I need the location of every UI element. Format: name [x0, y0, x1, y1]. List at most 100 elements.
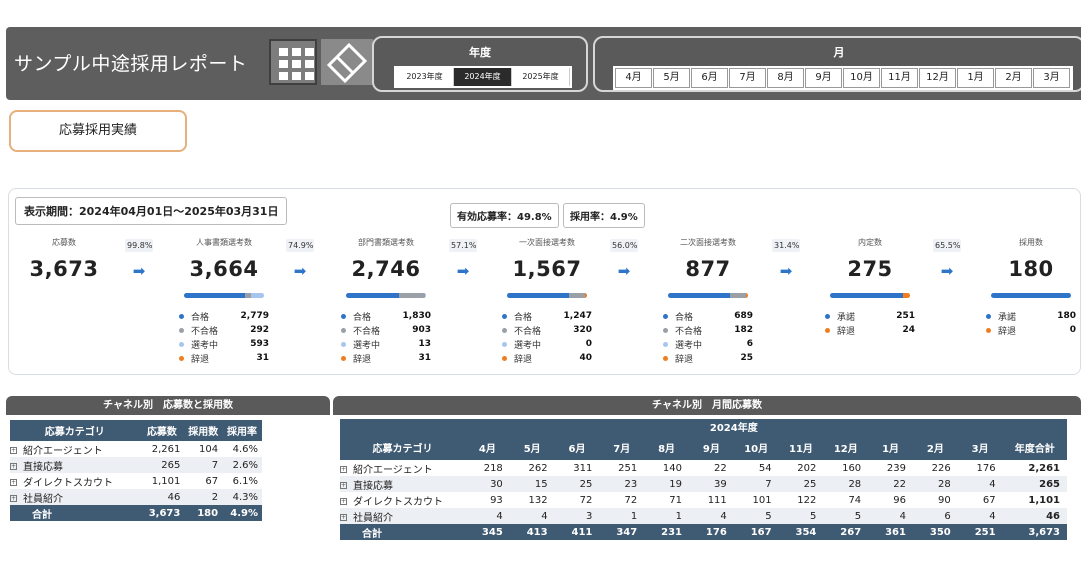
category-cell[interactable]: + 紹介エージェント [340, 460, 465, 476]
category-cell[interactable]: + ダイレクトスカウト [10, 473, 140, 489]
legend-name: 合格 [514, 312, 533, 323]
table-header-row: 応募カテゴリ 4月 5月 6月 7月 8月 9月 10月 11月 12月 1月 2月 3月 年度合計 [340, 434, 1067, 460]
year-option[interactable]: 2023年度 [396, 68, 454, 86]
table-row: + 紹介エージェント 2,261 104 4.6% [10, 441, 262, 457]
stage-label: 人事書類選考数 [196, 238, 252, 247]
category-cell[interactable]: + 直接応募 [10, 457, 140, 473]
year-option[interactable]: 2024年度 [454, 68, 512, 86]
grid-menu-button[interactable] [269, 39, 317, 85]
legend-row: 合格 689 [663, 309, 753, 323]
legend-name: 選考中 [675, 340, 703, 351]
legend-name: 不合格 [675, 326, 703, 337]
category-cell[interactable]: + 社員紹介 [340, 508, 465, 524]
value-cell: 2,261 [151, 443, 181, 455]
stage-legend: 承諾 180 辞退 0 [986, 309, 1076, 337]
expand-icon[interactable]: + [10, 463, 17, 470]
value-cell: 22 [714, 462, 727, 474]
clear-filter-button[interactable] [321, 39, 373, 85]
expand-icon[interactable]: + [340, 482, 347, 489]
value-cell: 4 [957, 508, 1003, 524]
total-value-cell: 411 [554, 524, 600, 540]
table-row: + 直接応募 30 15 25 23 19 39 7 25 28 22 28 4 265 [340, 476, 1067, 492]
legend-row: 辞退 31 [341, 351, 431, 365]
expand-icon[interactable]: + [340, 466, 347, 473]
expand-icon[interactable]: + [340, 514, 347, 521]
month-option[interactable]: 9月 [805, 68, 842, 88]
column-header: 採用率 [222, 420, 262, 441]
legend-value: 182 [734, 325, 753, 335]
value-cell: 28 [912, 476, 958, 492]
conversion-rate-label: 56.0% [610, 239, 638, 252]
channel-monthly-title: チャネル別 月間応募数 [333, 396, 1081, 415]
table-row: + 社員紹介 46 2 4.3% [10, 489, 262, 505]
month-option[interactable]: 10月 [843, 68, 880, 88]
value-cell: 71 [669, 494, 682, 506]
bar-segment [569, 293, 585, 298]
category-cell[interactable]: + 直接応募 [340, 476, 465, 492]
value-cell: 4 [868, 508, 913, 524]
legend-dot [663, 341, 668, 347]
month-option[interactable]: 12月 [919, 68, 956, 88]
total-value-cell: 231 [644, 524, 689, 540]
year-option[interactable]: 2025年度 [512, 68, 570, 86]
table-row: + 社員紹介 4 4 3 1 1 4 5 5 5 4 6 4 46 [340, 508, 1067, 524]
total-value-cell: 347 [599, 524, 645, 540]
value-cell: 6 [912, 508, 958, 524]
expand-icon[interactable]: + [10, 495, 17, 502]
value-cell: 74 [848, 494, 862, 506]
effective-rate-badge: 有効応募率：49.8% [450, 203, 559, 228]
conversion-rate-label: 99.8% [125, 239, 153, 252]
value-cell: 218 [483, 462, 503, 474]
month-option[interactable]: 11月 [881, 68, 918, 88]
expand-icon[interactable]: + [340, 498, 347, 505]
month-option[interactable]: 4月 [615, 68, 652, 88]
column-header: 応募数 [139, 420, 185, 441]
expand-icon[interactable]: + [10, 447, 17, 454]
legend-value: 31 [256, 353, 269, 363]
table-row: + ダイレクトスカウト 1,101 67 6.1% [10, 473, 262, 489]
legend-row: 不合格 320 [502, 323, 592, 337]
legend-value: 180 [1057, 311, 1076, 321]
month-option[interactable]: 5月 [653, 68, 690, 88]
legend-row: 辞退 24 [825, 323, 915, 337]
table-header-row: 応募カテゴリ 応募数 採用数 採用率 [10, 420, 262, 441]
bar-segment [830, 293, 903, 298]
legend-name: 承諾 [837, 312, 856, 323]
category-name: 直接応募 [353, 480, 393, 492]
month-option[interactable]: 7月 [729, 68, 766, 88]
value-cell: 54 [758, 462, 772, 474]
month-option[interactable]: 8月 [767, 68, 804, 88]
stage-progress-bar [346, 293, 426, 298]
legend-dot [341, 327, 346, 333]
legend-dot [341, 313, 346, 319]
value-cell: 4.6% [232, 443, 258, 455]
category-cell[interactable]: + 紹介エージェント [10, 441, 140, 457]
legend-dot [663, 313, 668, 319]
value-cell: 160 [842, 462, 862, 474]
month-option[interactable]: 6月 [691, 68, 728, 88]
stage-value: 3,673 [29, 257, 99, 281]
legend-value: 903 [412, 325, 431, 335]
value-cell: 30 [465, 476, 510, 492]
month-option[interactable]: 3月 [1033, 68, 1070, 88]
report-header: サンプル中途採用レポート 年度 2023年度 2024年度 2025年度 月 4月 5… [6, 27, 1081, 100]
month-header: 8月 [644, 434, 689, 460]
month-option[interactable]: 2月 [995, 68, 1032, 88]
expand-icon[interactable]: + [10, 479, 17, 486]
total-value-cell: 361 [868, 524, 913, 540]
category-name: 紹介エージェント [23, 445, 103, 457]
legend-row: 選考中 13 [341, 337, 431, 351]
legend-name: 辞退 [837, 326, 856, 337]
value-cell: 262 [528, 462, 548, 474]
tab-application-results[interactable]: 応募採用実績 [9, 110, 187, 152]
month-header: 9月 [688, 434, 734, 460]
category-cell[interactable]: + ダイレクトスカウト [340, 492, 465, 508]
month-option[interactable]: 1月 [957, 68, 994, 88]
category-cell[interactable]: + 社員紹介 [10, 489, 140, 505]
legend-value: 1,830 [402, 311, 431, 321]
month-header: 7月 [599, 434, 645, 460]
total-value-cell: 180 [184, 505, 223, 521]
value-cell: 1 [599, 508, 645, 524]
legend-name: 不合格 [514, 326, 542, 337]
column-header: 応募カテゴリ [340, 434, 465, 460]
